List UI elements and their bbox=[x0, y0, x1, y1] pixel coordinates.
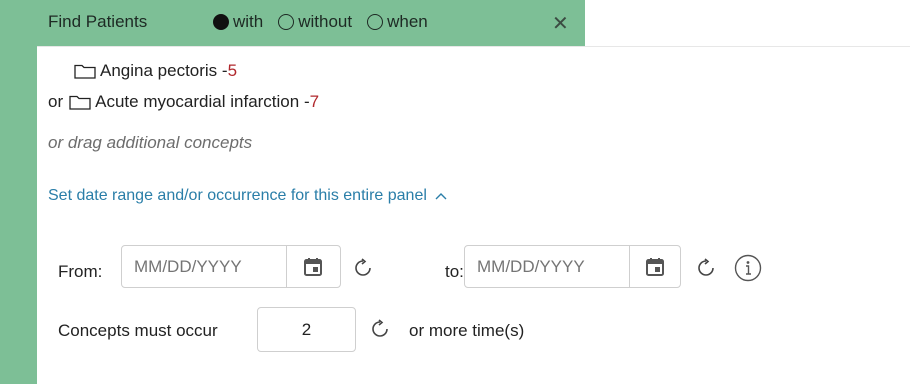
calendar-icon bbox=[303, 257, 322, 276]
occurrence-label: Concepts must occur bbox=[58, 321, 218, 340]
to-label: to: bbox=[445, 262, 464, 281]
radio-when-label: when bbox=[387, 12, 428, 31]
concept-count: 5 bbox=[227, 61, 238, 80]
concept-count: 7 bbox=[309, 92, 320, 111]
reset-icon[interactable] bbox=[353, 258, 373, 278]
close-icon[interactable]: ✕ bbox=[552, 11, 569, 36]
radio-without[interactable]: without bbox=[278, 12, 352, 32]
concept-item[interactable]: or Acute myocardial infarction - 7 bbox=[48, 92, 319, 112]
to-calendar-button[interactable] bbox=[629, 246, 680, 287]
reset-icon[interactable] bbox=[370, 319, 390, 339]
folder-icon bbox=[69, 95, 91, 110]
concept-name: Acute myocardial infarction - bbox=[95, 92, 310, 111]
radio-when[interactable]: when bbox=[367, 12, 428, 32]
radio-with-indicator[interactable] bbox=[213, 14, 229, 30]
occurrence-input[interactable] bbox=[276, 319, 337, 340]
radio-with-label: with bbox=[233, 12, 264, 31]
from-date-input[interactable] bbox=[122, 256, 286, 277]
radio-without-label: without bbox=[298, 12, 353, 31]
panel-body: Angina pectoris - 5 or Acute myocardial … bbox=[37, 46, 910, 384]
from-date-field[interactable] bbox=[121, 245, 341, 288]
mode-radio-group: with without when bbox=[213, 12, 443, 32]
to-date-input[interactable] bbox=[465, 256, 629, 277]
radio-without-indicator[interactable] bbox=[278, 14, 295, 30]
panel-header: Find Patients with without when ✕ bbox=[0, 0, 585, 46]
radio-with[interactable]: with bbox=[213, 12, 263, 32]
to-date-field[interactable] bbox=[464, 245, 681, 288]
panel-title: Find Patients bbox=[48, 12, 148, 31]
concept-name: Angina pectoris - bbox=[100, 61, 228, 80]
occurrence-field[interactable] bbox=[257, 307, 356, 352]
panel-accent-bar bbox=[0, 0, 37, 384]
drag-hint: or drag additional concepts bbox=[48, 133, 253, 152]
from-calendar-button[interactable] bbox=[286, 246, 338, 287]
radio-when-indicator[interactable] bbox=[367, 14, 384, 30]
from-label: From: bbox=[58, 262, 103, 281]
folder-icon bbox=[74, 64, 96, 79]
info-icon[interactable] bbox=[734, 254, 762, 282]
date-range-toggle[interactable]: Set date range and/or occurrence for thi… bbox=[48, 187, 447, 205]
reset-icon[interactable] bbox=[696, 258, 716, 278]
concept-item[interactable]: Angina pectoris - 5 bbox=[74, 61, 237, 81]
date-range-link-text: Set date range and/or occurrence for thi… bbox=[48, 187, 427, 204]
occurrence-suffix: or more time(s) bbox=[409, 321, 525, 340]
concept-or-label: or bbox=[48, 92, 64, 111]
caret-up-icon bbox=[435, 193, 447, 200]
calendar-icon bbox=[646, 257, 664, 276]
